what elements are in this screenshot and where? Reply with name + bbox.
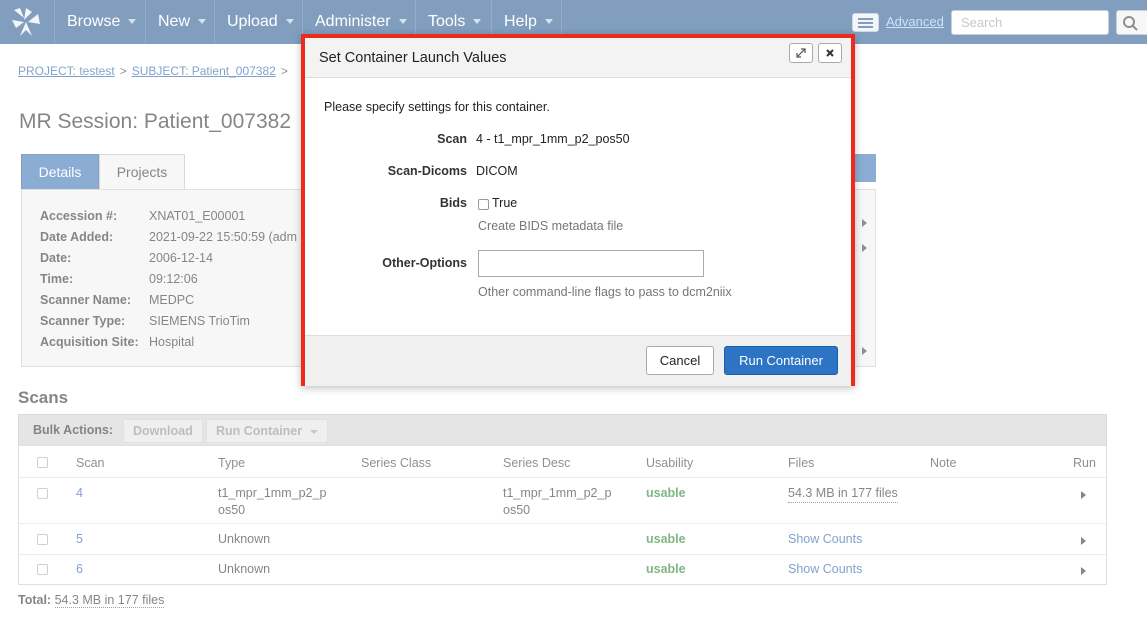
expand-icon (796, 48, 806, 58)
close-icon (826, 49, 834, 57)
scan-field-label: Scan (437, 132, 467, 146)
close-button[interactable] (818, 43, 842, 63)
cancel-button[interactable]: Cancel (646, 346, 714, 375)
bids-help-text: Create BIDS metadata file (478, 219, 624, 233)
run-container-button[interactable]: Run Container (724, 346, 838, 375)
other-options-label: Other-Options (382, 256, 467, 270)
launch-values-dialog: Set Container Launch Values Please speci… (301, 34, 855, 386)
other-options-help-text: Other command-line flags to pass to dcm2… (478, 285, 732, 299)
maximize-button[interactable] (789, 43, 813, 63)
scan-dicoms-label: Scan-Dicoms (387, 164, 467, 178)
dialog-title: Set Container Launch Values (319, 50, 507, 66)
bids-checkbox[interactable] (478, 199, 489, 210)
dialog-header: Set Container Launch Values (305, 38, 851, 78)
dialog-footer: Cancel Run Container (305, 335, 851, 386)
bids-checkbox-label[interactable]: True (492, 196, 517, 210)
other-options-input[interactable] (478, 250, 704, 277)
bids-label: Bids (439, 196, 467, 210)
scan-dicoms-value: DICOM (476, 164, 518, 178)
dialog-body: Please specify settings for this contain… (305, 79, 851, 335)
scan-field-value: 4 - t1_mpr_1mm_p2_pos50 (476, 132, 630, 146)
dialog-intro-text: Please specify settings for this contain… (324, 100, 550, 114)
